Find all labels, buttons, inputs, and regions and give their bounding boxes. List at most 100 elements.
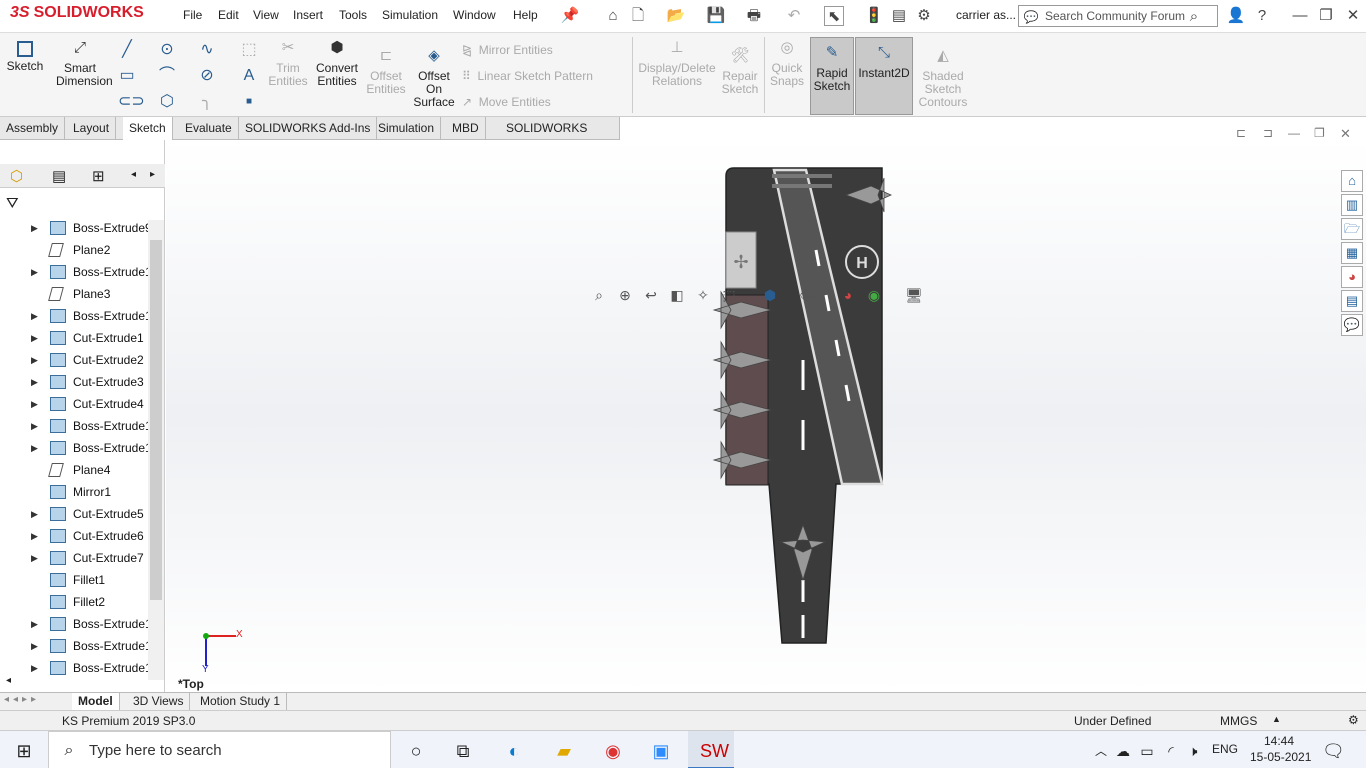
ellipse-icon[interactable]: ⊘ xyxy=(198,67,216,85)
expand-arrow-icon[interactable]: ▶ xyxy=(31,525,38,547)
menu-view[interactable]: View xyxy=(253,8,279,22)
options-gear-icon[interactable]: ⚙ xyxy=(914,6,934,26)
repair-sketch-button[interactable]: 🛠 Repair Sketch xyxy=(720,48,760,96)
tab-evaluate[interactable]: Evaluate xyxy=(179,117,239,140)
user-icon[interactable]: 👤 xyxy=(1226,6,1246,26)
chrome-icon[interactable]: ◉ xyxy=(602,740,624,762)
display-style-icon[interactable]: ⬢ xyxy=(760,286,780,304)
pin-icon[interactable]: 📌 xyxy=(560,6,580,26)
file-explorer-icon[interactable]: 🗁 xyxy=(1341,218,1363,240)
restore-icon[interactable]: ❐ xyxy=(1316,6,1336,26)
rapid-sketch-button[interactable]: ✎ Rapid Sketch xyxy=(810,37,854,115)
zoom-to-fit-icon[interactable]: ⌕ xyxy=(589,286,609,304)
tab-addins[interactable]: SOLIDWORKS Add-Ins xyxy=(239,117,378,140)
tab-mbd[interactable]: MBD xyxy=(446,117,486,140)
instant2d-button[interactable]: ⤡ Instant2D xyxy=(855,37,913,115)
tree-item[interactable]: ▶ Boss-Extrude1 xyxy=(0,415,149,437)
tree-item[interactable]: ▶ Boss-Extrude9 xyxy=(0,217,149,239)
zoom-to-area-icon[interactable]: ⊕ xyxy=(615,286,635,304)
expand-arrow-icon[interactable]: ▶ xyxy=(31,261,38,283)
view-palette-icon[interactable]: ▦ xyxy=(1341,242,1363,264)
doc-close-icon[interactable]: ✕ xyxy=(1340,126,1351,142)
design-library-icon[interactable]: ▥ xyxy=(1341,194,1363,216)
appearances-icon[interactable]: ◕ xyxy=(1341,266,1363,288)
tab-layout[interactable]: Layout xyxy=(67,117,117,140)
circle-icon[interactable]: ⊙ xyxy=(158,41,176,59)
edge-icon[interactable]: ◐ xyxy=(503,740,525,762)
filter-icon[interactable]: ⛛ xyxy=(6,195,19,212)
expand-arrow-icon[interactable]: ▶ xyxy=(31,613,38,635)
notifications-icon[interactable]: 🗨 xyxy=(1322,740,1345,762)
smart-dimension-button[interactable]: ⤢ Smart Dimension xyxy=(56,40,113,88)
tree-item[interactable]: Plane2 xyxy=(0,239,148,261)
print-icon[interactable]: 🖶 xyxy=(744,6,764,26)
dynamic-annotation-icon[interactable]: ✧ xyxy=(693,286,713,304)
trim-entities-button[interactable]: ✂ Trim Entities xyxy=(266,40,310,88)
battery-icon[interactable]: ▭ xyxy=(1136,740,1158,762)
menu-file[interactable]: File xyxy=(183,8,202,22)
task-view-icon[interactable]: ⧉ xyxy=(452,740,474,762)
tab-sketch[interactable]: Sketch xyxy=(123,117,173,140)
construction-icon[interactable]: ⬚ xyxy=(240,41,258,59)
tab-simulation[interactable]: Simulation xyxy=(372,117,442,140)
view-settings-icon[interactable]: 🖥 xyxy=(904,286,924,304)
menu-help[interactable]: Help xyxy=(513,8,538,22)
carrier-model[interactable]: H ✢ xyxy=(166,140,1366,692)
select-icon[interactable]: ⬉ xyxy=(824,6,844,26)
expand-arrow-icon[interactable]: ▶ xyxy=(31,635,38,657)
tree-item[interactable]: ▶ Cut-Extrude7 xyxy=(0,547,148,569)
tab-assembly[interactable]: Assembly xyxy=(0,117,66,140)
tree-item[interactable]: Fillet1 xyxy=(0,569,148,591)
solidworks-taskbar-button[interactable]: SW xyxy=(688,731,734,768)
tile-left-icon[interactable]: ⊏ xyxy=(1236,126,1246,140)
convert-entities-button[interactable]: ⬢ Convert Entities xyxy=(314,40,360,88)
onedrive-icon[interactable]: ☁ xyxy=(1112,740,1134,762)
rectangle-icon[interactable]: ▭ xyxy=(118,67,136,85)
rebuild-icon[interactable]: 🚦 xyxy=(864,6,884,26)
section-view-icon[interactable]: ◧ xyxy=(667,286,687,304)
scroll-left-icon[interactable]: ◂ xyxy=(131,169,136,180)
tree-item[interactable]: ▶ Cut-Extrude3 xyxy=(0,371,148,393)
tree-item[interactable]: ▶ Cut-Extrude5 xyxy=(0,503,148,525)
tab-3d-views[interactable]: 3D Views xyxy=(127,693,191,711)
tree-item[interactable]: ▶ Boss-Extrude1 xyxy=(0,437,149,459)
mirror-entities-button[interactable]: ⧎ Mirror Entities xyxy=(462,43,553,57)
new-document-icon[interactable]: 🗋 xyxy=(628,6,648,26)
doc-minimize-icon[interactable]: — xyxy=(1288,126,1300,140)
tab-cam[interactable]: SOLIDWORKS CAM xyxy=(500,117,620,157)
language-indicator[interactable]: ENG xyxy=(1212,742,1238,756)
offset-on-surface-button[interactable]: ◈ Offset On Surface xyxy=(412,48,456,109)
expand-arrow-icon[interactable]: ▶ xyxy=(31,217,38,239)
feature-manager-icon[interactable]: ⬡ xyxy=(10,167,23,185)
minimize-icon[interactable]: — xyxy=(1290,6,1310,26)
expand-arrow-icon[interactable]: ▶ xyxy=(31,503,38,525)
tray-chevron-icon[interactable]: ︿ xyxy=(1090,740,1112,762)
sketch-button[interactable]: Sketch xyxy=(6,41,44,73)
wifi-icon[interactable]: ◜ xyxy=(1160,740,1182,762)
undo-icon[interactable]: ↶ xyxy=(784,6,804,26)
expand-arrow-icon[interactable]: ▶ xyxy=(31,349,38,371)
move-entities-button[interactable]: ↗ Move Entities xyxy=(462,95,551,109)
display-delete-relations-button[interactable]: ⊥ Display/Delete Relations xyxy=(638,40,716,88)
line-icon[interactable]: ╱ xyxy=(118,41,136,59)
linear-pattern-button[interactable]: ⠿ Linear Sketch Pattern xyxy=(462,69,593,83)
cortana-icon[interactable]: ○ xyxy=(405,740,427,762)
view-orientation-icon[interactable]: ⬚ xyxy=(719,286,739,304)
windows-start-icon[interactable]: ⊞ xyxy=(13,740,35,762)
expand-arrow-icon[interactable]: ▶ xyxy=(31,371,38,393)
scene-icon[interactable]: ◉ xyxy=(864,286,884,304)
menu-window[interactable]: Window xyxy=(453,8,496,22)
scrollbar-thumb[interactable] xyxy=(150,240,162,600)
customize-icon[interactable]: ⚙ xyxy=(1348,713,1359,727)
tree-item[interactable]: Plane4 xyxy=(0,459,148,481)
menu-simulation[interactable]: Simulation xyxy=(382,8,438,22)
tree-item[interactable]: ▶ Cut-Extrude6 xyxy=(0,525,148,547)
quick-snaps-button[interactable]: ◎ Quick Snaps xyxy=(768,40,806,88)
taskbar-search[interactable]: Type here to search xyxy=(48,731,391,768)
help-icon[interactable]: ? xyxy=(1252,6,1272,26)
slot-icon[interactable]: ⊂⊃ xyxy=(118,93,145,111)
tree-item[interactable]: ▶ Boss-Extrude1 xyxy=(0,305,149,327)
zoom-icon[interactable]: ▣ xyxy=(650,740,672,762)
tree-item[interactable]: ▶ Cut-Extrude1 xyxy=(0,327,148,349)
search-icon[interactable]: ⌕ xyxy=(1184,7,1204,27)
